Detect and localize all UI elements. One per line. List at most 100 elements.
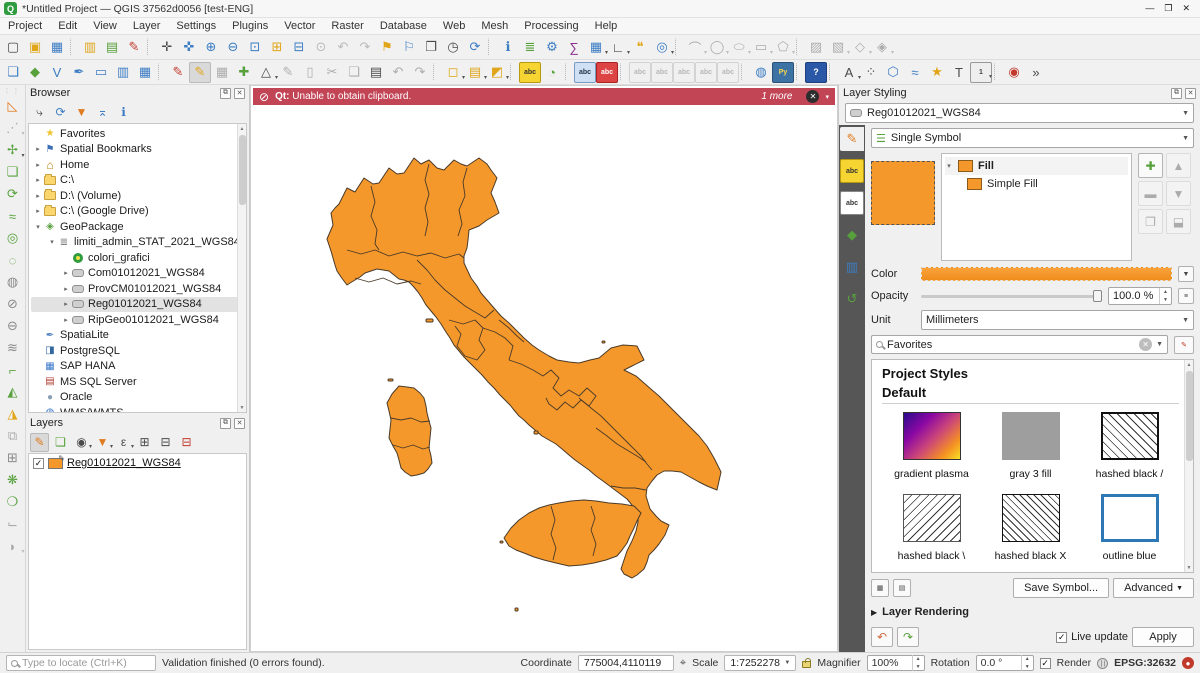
view-3d-tab[interactable]: ◆ [840, 223, 864, 247]
close-button[interactable]: ✕ [1182, 3, 1190, 14]
digitize-regular-polygon-button[interactable]: ⬠ [772, 37, 794, 58]
unit-select[interactable]: Millimeters ▼ [921, 310, 1194, 330]
offset-point-symbol-button[interactable]: ❍ [2, 491, 24, 513]
menu-plugins[interactable]: Plugins [224, 19, 276, 33]
properties-widget-button[interactable]: ℹ [114, 103, 133, 122]
copy-move-feature-button[interactable]: ❏ [2, 161, 24, 183]
add-selected-layers-button[interactable]: ⤷ [30, 103, 49, 122]
statistical-summary-button[interactable]: ≣ [519, 37, 541, 58]
style-manager-button[interactable]: ✎ [123, 37, 145, 58]
close-icon[interactable]: ✕ [1185, 88, 1196, 99]
undock-icon[interactable]: ⧉ [220, 418, 231, 429]
help-button[interactable]: ? [805, 62, 827, 83]
add-polygon-annotation-button[interactable]: ⬡ [882, 62, 904, 83]
tree-item-com[interactable]: ▸ Com01012021_WGS84 [31, 266, 246, 282]
filter-expression-button[interactable]: ε [114, 433, 133, 452]
filter-browser-button[interactable]: ▼ [72, 103, 91, 122]
toggle-editing-button[interactable]: ✎ [189, 62, 211, 83]
lock-color-button[interactable]: ⬓ [1166, 209, 1191, 234]
symbol-type-select[interactable]: ☰ Single Symbol ▼ [871, 128, 1194, 148]
manage-themes-button[interactable]: ◉ [72, 433, 91, 452]
menu-mesh[interactable]: Mesh [473, 19, 516, 33]
zoom-to-selection-button[interactable]: ⊞ [266, 37, 288, 58]
zoom-last-button[interactable]: ↶ [332, 37, 354, 58]
merge-features-button[interactable]: ⧉ [2, 425, 24, 447]
live-update-checkbox[interactable]: ✓ [1056, 632, 1067, 643]
tree-item-reg[interactable]: ▸ Reg01012021_WGS84 [31, 297, 246, 313]
expand-arrow-icon[interactable]: ▸ [33, 192, 43, 200]
zoom-to-layer-button[interactable]: ⊟ [288, 37, 310, 58]
expand-arrow-icon[interactable]: ▸ [61, 316, 71, 324]
menu-web[interactable]: Web [435, 19, 473, 33]
new-print-layout-button[interactable]: ▥ [79, 37, 101, 58]
tree-item-spatialite[interactable]: ✒ SpatiaLite [31, 328, 246, 344]
locate-input[interactable]: Type to locate (Ctrl+K) [6, 655, 156, 671]
identify-features-button[interactable]: ℹ [497, 37, 519, 58]
python-console-button[interactable]: Py [772, 62, 794, 83]
menu-processing[interactable]: Processing [516, 19, 586, 33]
tree-item-colori-grafici[interactable]: colori_grafici [31, 250, 246, 266]
new-virtual-layer-button[interactable]: ▥ [112, 62, 134, 83]
expand-arrow-icon[interactable]: ▸ [33, 176, 43, 184]
layer-visibility-checkbox[interactable]: ✓ [33, 458, 44, 469]
data-source-manager-button[interactable]: ❏ [2, 62, 24, 83]
style-hashed-black-back[interactable]: hashed black \ [882, 494, 981, 562]
simplify-feature-button[interactable]: ≈ [2, 205, 24, 227]
filter-legend-button[interactable]: ▼ [93, 433, 112, 452]
toolbar-handle[interactable]: ⋮⋮ [4, 87, 22, 95]
show-bookmarks-button[interactable]: ⚐ [398, 37, 420, 58]
extents-toggle-icon[interactable]: ⌖ [680, 657, 686, 670]
temporal-controller-button[interactable]: ◷ [442, 37, 464, 58]
tree-item-ripgeo[interactable]: ▸ RipGeo01012021_WGS84 [31, 312, 246, 328]
menu-help[interactable]: Help [587, 19, 626, 33]
expand-arrow-icon[interactable]: ▸ [61, 269, 71, 277]
data-defined-override-button[interactable]: ≡ [1178, 288, 1194, 304]
measure-button[interactable]: ∟ [607, 37, 629, 58]
digitize-circle-button[interactable]: ◯ [706, 37, 728, 58]
messages-button[interactable]: ● [1182, 657, 1194, 669]
add-part-button[interactable]: ◌ [2, 249, 24, 271]
undock-icon[interactable]: ⧉ [220, 88, 231, 99]
undock-icon[interactable]: ⧉ [1171, 88, 1182, 99]
select-features-button[interactable]: ◻ [442, 62, 464, 83]
new-shapefile-layer-button[interactable]: V [46, 62, 68, 83]
zoom-out-button[interactable]: ⊖ [222, 37, 244, 58]
layer-name[interactable]: Reg01012021_WGS84 [67, 457, 181, 469]
digitize-rectangle-button[interactable]: ▭ [750, 37, 772, 58]
move-label-diagram-button[interactable]: ⁘ [860, 62, 882, 83]
vertex-tool-button[interactable]: △ [255, 62, 277, 83]
add-line-annotation-button[interactable]: ≈ [904, 62, 926, 83]
tree-item-d-drive[interactable]: ▸ D:\ (Volume) [31, 188, 246, 204]
highlight-labels-button[interactable]: abc [596, 62, 618, 83]
move-label-button[interactable]: abc [629, 62, 651, 83]
style-gray-3-fill[interactable]: gray 3 fill [981, 412, 1080, 480]
open-layer-styling-button[interactable]: ✎ [30, 433, 49, 452]
opacity-spinbox[interactable]: 100.0 % ▲▼ [1108, 287, 1172, 305]
current-edits-button[interactable]: ✎ [167, 62, 189, 83]
tree-item-ms-sql[interactable]: ▤ MS SQL Server [31, 374, 246, 390]
cut-features-button[interactable]: ✂ [321, 62, 343, 83]
scale-lock-icon[interactable] [802, 661, 811, 668]
add-group-button[interactable]: ❏ [51, 433, 70, 452]
new-bookmark-button[interactable]: ⚑ [376, 37, 398, 58]
label-properties-button[interactable]: abc [717, 62, 739, 83]
refresh-browser-button[interactable]: ⟳ [51, 103, 70, 122]
save-symbol-button[interactable]: Save Symbol... [1013, 578, 1109, 598]
curved-label-button[interactable]: abc [695, 62, 717, 83]
layer-labeling-button[interactable]: abc [519, 62, 541, 83]
expand-arrow-icon[interactable]: ▸ [61, 300, 71, 308]
refresh-map-button[interactable]: ⟳ [464, 37, 486, 58]
spin-steppers[interactable]: ▲▼ [1159, 288, 1171, 304]
add-polygon-feature-button[interactable]: ✚ [233, 62, 255, 83]
scale-select[interactable]: 1:7252278▼ [724, 655, 796, 671]
banner-caret-icon[interactable]: ▾ [825, 93, 829, 101]
rotation-spinbox[interactable]: 0.0 °▲▼ [976, 655, 1034, 671]
color-button[interactable] [921, 267, 1172, 281]
tree-item-provcm[interactable]: ▸ ProvCM01012021_WGS84 [31, 281, 246, 297]
crs-status-button[interactable]: EPSG:32632 [1114, 657, 1176, 669]
menu-project[interactable]: Project [0, 19, 50, 33]
zoom-next-button[interactable]: ↷ [354, 37, 376, 58]
delete-selected-button[interactable]: ▯ [299, 62, 321, 83]
minimize-button[interactable]: — [1145, 3, 1154, 14]
new-mesh-layer-button[interactable]: ▦ [134, 62, 156, 83]
